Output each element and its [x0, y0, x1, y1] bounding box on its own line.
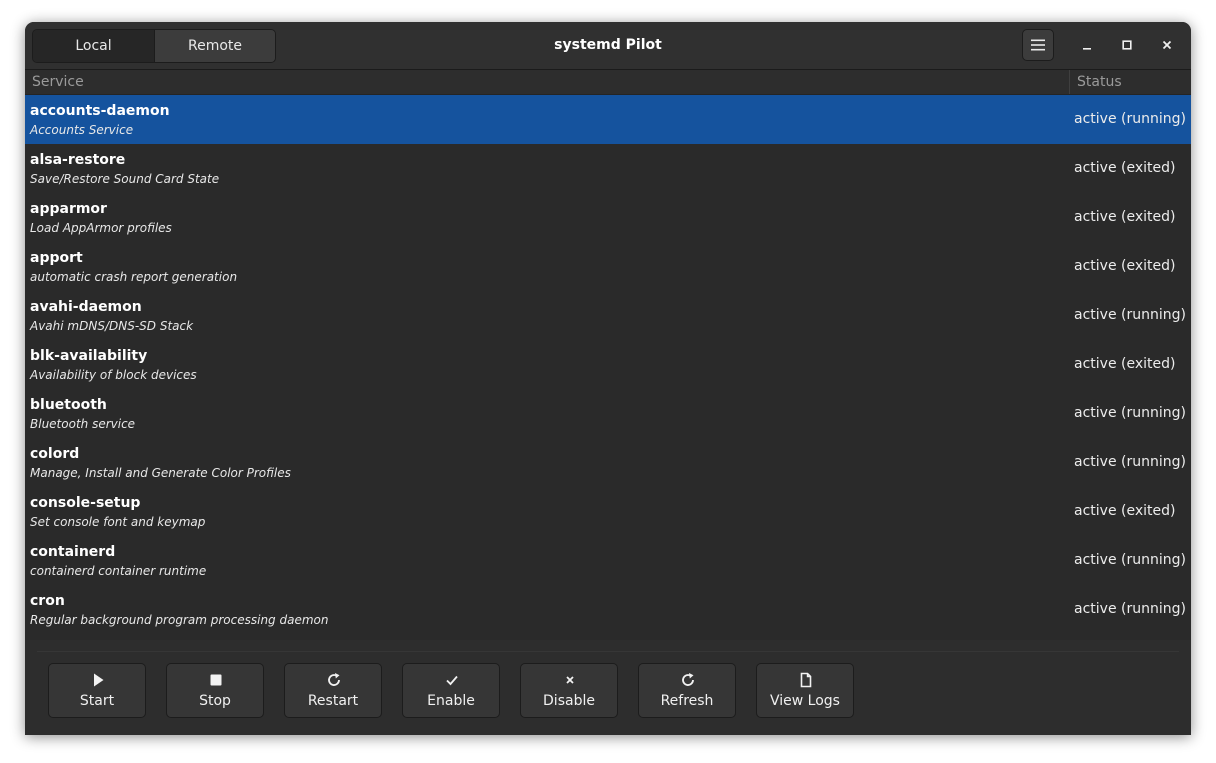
- refresh-icon: [682, 673, 694, 686]
- service-name: bluetooth: [30, 397, 107, 413]
- service-column-header[interactable]: Service: [32, 70, 84, 94]
- service-status: active (running): [1074, 454, 1186, 470]
- service-name: containerd: [30, 544, 116, 560]
- document-icon: [800, 672, 812, 688]
- minimize-icon: [1083, 48, 1091, 50]
- service-description: Save/Restore Sound Card State: [30, 172, 220, 186]
- app-window: Local Remote systemd Pilot Service Statu…: [25, 22, 1191, 735]
- table-row[interactable]: cron Regular background program processi…: [25, 585, 1191, 634]
- service-name: avahi-daemon: [30, 299, 142, 315]
- remote-mode-button[interactable]: Remote: [154, 30, 275, 62]
- minimize-button[interactable]: [1075, 33, 1099, 57]
- checkmark-icon: [446, 675, 458, 686]
- disable-button[interactable]: Disable: [520, 663, 618, 718]
- x-mark-icon: [566, 676, 574, 684]
- service-description: Accounts Service: [30, 123, 134, 137]
- mode-switcher: Local Remote: [32, 29, 276, 63]
- service-description: containerd container runtime: [30, 564, 207, 578]
- close-icon: [1162, 40, 1172, 50]
- play-icon: [94, 673, 104, 687]
- service-status: active (running): [1074, 307, 1186, 323]
- service-description: Bluetooth service: [30, 417, 136, 431]
- stop-button-label: Stop: [199, 693, 231, 709]
- view-logs-button-label: View Logs: [770, 693, 840, 709]
- table-row[interactable]: colord Manage, Install and Generate Colo…: [25, 438, 1191, 487]
- toolbar-divider: [37, 651, 1179, 652]
- service-status: active (exited): [1074, 258, 1176, 274]
- service-status: active (exited): [1074, 356, 1176, 372]
- disable-button-label: Disable: [543, 693, 595, 709]
- table-row[interactable]: apparmor Load AppArmor profiles active (…: [25, 193, 1191, 242]
- table-row[interactable]: apport automatic crash report generation…: [25, 242, 1191, 291]
- refresh-button-label: Refresh: [660, 693, 714, 709]
- table-row[interactable]: bluetooth Bluetooth service active (runn…: [25, 389, 1191, 438]
- service-description: Avahi mDNS/DNS-SD Stack: [30, 319, 194, 333]
- service-status: active (exited): [1074, 503, 1176, 519]
- service-status: active (running): [1074, 405, 1186, 421]
- action-toolbar: Start Stop Restart Enable Disable Refres…: [25, 640, 1191, 735]
- service-status: active (running): [1074, 111, 1186, 127]
- start-button[interactable]: Start: [48, 663, 146, 718]
- service-name: alsa-restore: [30, 152, 126, 168]
- service-description: Regular background program processing da…: [30, 613, 329, 627]
- enable-button[interactable]: Enable: [402, 663, 500, 718]
- service-status: active (running): [1074, 552, 1186, 568]
- service-name: blk-availability: [30, 348, 148, 364]
- table-row[interactable]: console-setup Set console font and keyma…: [25, 487, 1191, 536]
- refresh-button[interactable]: Refresh: [638, 663, 736, 718]
- main-menu-button[interactable]: [1022, 29, 1054, 61]
- table-row[interactable]: alsa-restore Save/Restore Sound Card Sta…: [25, 144, 1191, 193]
- service-description: automatic crash report generation: [30, 270, 238, 284]
- restart-icon: [328, 673, 340, 686]
- service-description: Load AppArmor profiles: [30, 221, 172, 235]
- local-mode-button[interactable]: Local: [33, 30, 154, 62]
- maximize-icon: [1122, 40, 1132, 50]
- table-row[interactable]: containerd containerd container runtime …: [25, 536, 1191, 585]
- service-description: Manage, Install and Generate Color Profi…: [30, 466, 291, 480]
- table-row[interactable]: blk-availability Availability of block d…: [25, 340, 1191, 389]
- enable-button-label: Enable: [427, 693, 475, 709]
- restart-button[interactable]: Restart: [284, 663, 382, 718]
- status-column-header[interactable]: Status: [1069, 70, 1191, 94]
- service-name: accounts-daemon: [30, 103, 170, 119]
- stop-button[interactable]: Stop: [166, 663, 264, 718]
- service-name: apport: [30, 250, 83, 266]
- service-list: accounts-daemon Accounts Service active …: [25, 95, 1191, 640]
- maximize-button[interactable]: [1115, 33, 1139, 57]
- table-row[interactable]: accounts-daemon Accounts Service active …: [25, 95, 1191, 144]
- service-description: Availability of block devices: [30, 368, 197, 382]
- service-name: console-setup: [30, 495, 141, 511]
- service-status: active (exited): [1074, 160, 1176, 176]
- service-description: Set console font and keymap: [30, 515, 206, 529]
- service-status: active (running): [1074, 601, 1186, 617]
- header-bar: Local Remote systemd Pilot: [25, 22, 1191, 70]
- stop-square-icon: [210, 674, 222, 686]
- view-logs-button[interactable]: View Logs: [756, 663, 854, 718]
- hamburger-menu-icon: [1031, 39, 1045, 51]
- table-header: Service Status: [25, 70, 1191, 95]
- service-name: apparmor: [30, 201, 107, 217]
- service-status: active (exited): [1074, 209, 1176, 225]
- table-row[interactable]: avahi-daemon Avahi mDNS/DNS-SD Stack act…: [25, 291, 1191, 340]
- service-name: cron: [30, 593, 65, 609]
- close-button[interactable]: [1155, 33, 1179, 57]
- restart-button-label: Restart: [307, 693, 359, 709]
- start-button-label: Start: [79, 693, 115, 709]
- service-name: colord: [30, 446, 80, 462]
